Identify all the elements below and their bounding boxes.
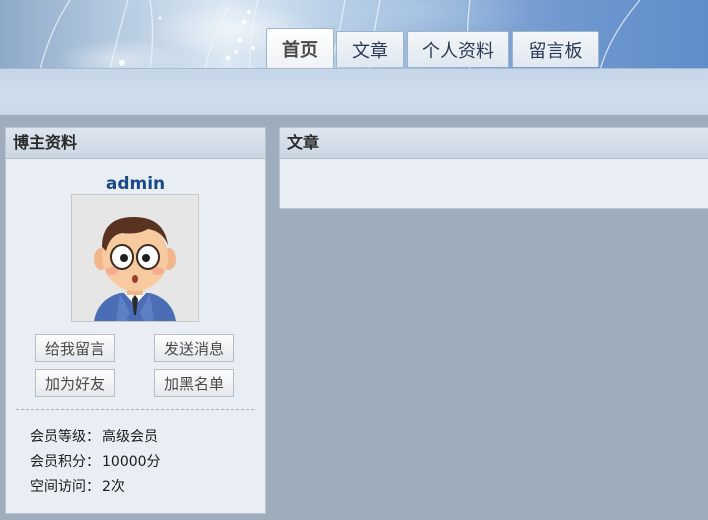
stat-space-visits-value: 2次 bbox=[102, 479, 125, 495]
header-subbar bbox=[0, 68, 708, 115]
tab-home[interactable]: 首页 bbox=[266, 28, 334, 69]
tab-articles[interactable]: 文章 bbox=[336, 31, 404, 67]
stat-member-points-value: 10000分 bbox=[102, 454, 161, 470]
articles-panel-title: 文章 bbox=[280, 128, 708, 159]
blacklist-button[interactable]: 加黑名单 bbox=[154, 369, 234, 397]
tab-guestbook[interactable]: 留言板 bbox=[512, 31, 599, 67]
profile-divider bbox=[16, 409, 254, 410]
articles-panel: 文章 bbox=[279, 127, 708, 209]
tab-profile[interactable]: 个人资料 bbox=[407, 31, 509, 67]
avatar-cartoon-icon bbox=[72, 195, 198, 321]
add-friend-button[interactable]: 加为好友 bbox=[35, 369, 115, 397]
blogger-profile-panel: 博主资料 admin 给我留言 发送消息 加为好友 加黑名单 会员等级： 高级会… bbox=[5, 127, 266, 514]
send-message-button[interactable]: 发送消息 bbox=[154, 334, 234, 362]
stat-member-points: 会员积分： 10000分 bbox=[30, 451, 161, 471]
header-banner: 首页 文章 个人资料 留言板 bbox=[0, 0, 708, 70]
stat-member-level-value: 高级会员 bbox=[102, 429, 158, 445]
leave-message-button[interactable]: 给我留言 bbox=[35, 334, 115, 362]
stat-member-level: 会员等级： 高级会员 bbox=[30, 426, 158, 446]
stat-member-points-label: 会员积分： bbox=[30, 454, 100, 470]
username-link[interactable]: admin bbox=[6, 174, 265, 194]
stat-space-visits-label: 空间访问： bbox=[30, 479, 100, 495]
stat-space-visits: 空间访问： 2次 bbox=[30, 476, 125, 496]
profile-panel-title: 博主资料 bbox=[6, 128, 265, 159]
stat-member-level-label: 会员等级： bbox=[30, 429, 100, 445]
avatar[interactable] bbox=[71, 194, 199, 322]
